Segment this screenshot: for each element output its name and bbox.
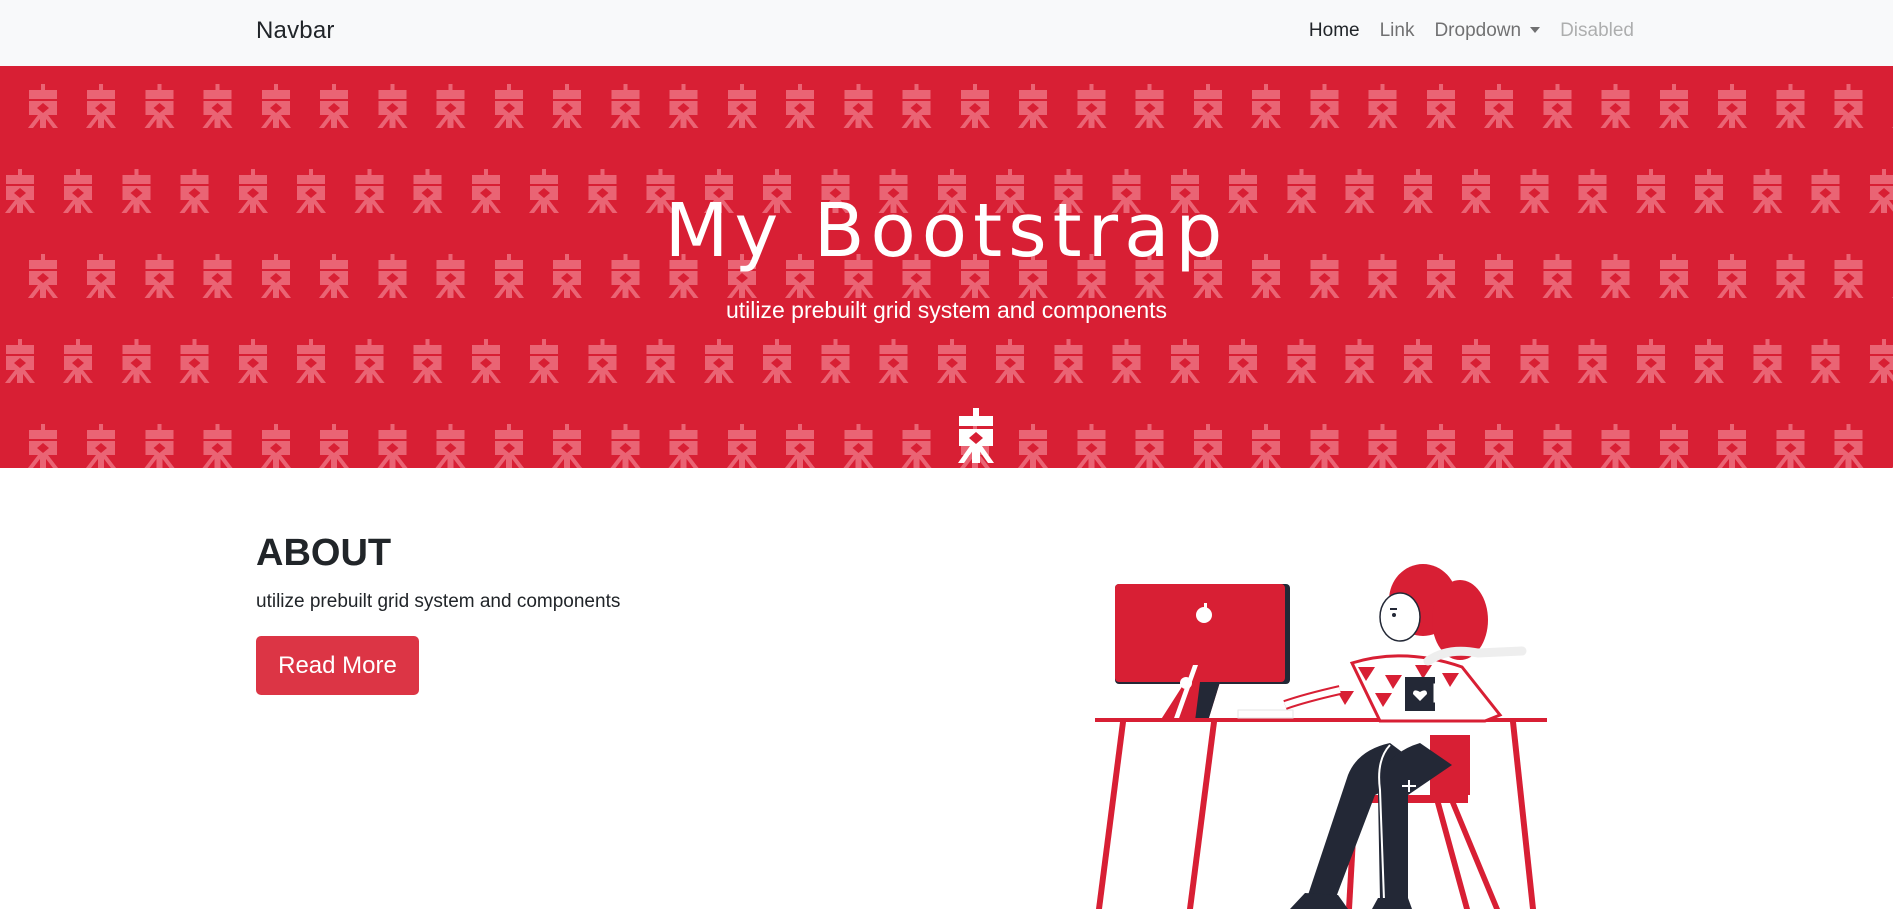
apple-logo-icon — [1196, 607, 1212, 623]
caret-down-icon — [1530, 27, 1541, 33]
hero-subtitle: utilize prebuilt grid system and compone… — [725, 297, 1168, 323]
navbar-brand[interactable]: Navbar — [256, 17, 335, 45]
nav-dropdown[interactable]: Dropdown — [1434, 20, 1541, 42]
hero-title: My Bootstrap — [664, 188, 1229, 274]
monitor-screen — [1115, 584, 1285, 682]
nav-links: Home Link Dropdown Disabled — [1309, 20, 1634, 42]
about-text: utilize prebuilt grid system and compone… — [256, 591, 621, 612]
nav-link-disabled: Disabled — [1560, 20, 1634, 41]
nav-dropdown-label: Dropdown — [1434, 20, 1522, 41]
navbar: Navbar Home Link Dropdown Disabled — [0, 0, 1893, 66]
about-title: ABOUT — [256, 532, 392, 574]
tripod-robot-logo-icon — [958, 408, 994, 463]
woman-at-desk-illustration — [1095, 564, 1547, 909]
nav-link-home[interactable]: Home — [1309, 20, 1360, 42]
read-more-button[interactable]: Read More — [256, 636, 419, 695]
nav-link-link[interactable]: Link — [1380, 20, 1415, 42]
hero-banner: My Bootstrap utilize prebuilt grid syste… — [0, 66, 1893, 468]
